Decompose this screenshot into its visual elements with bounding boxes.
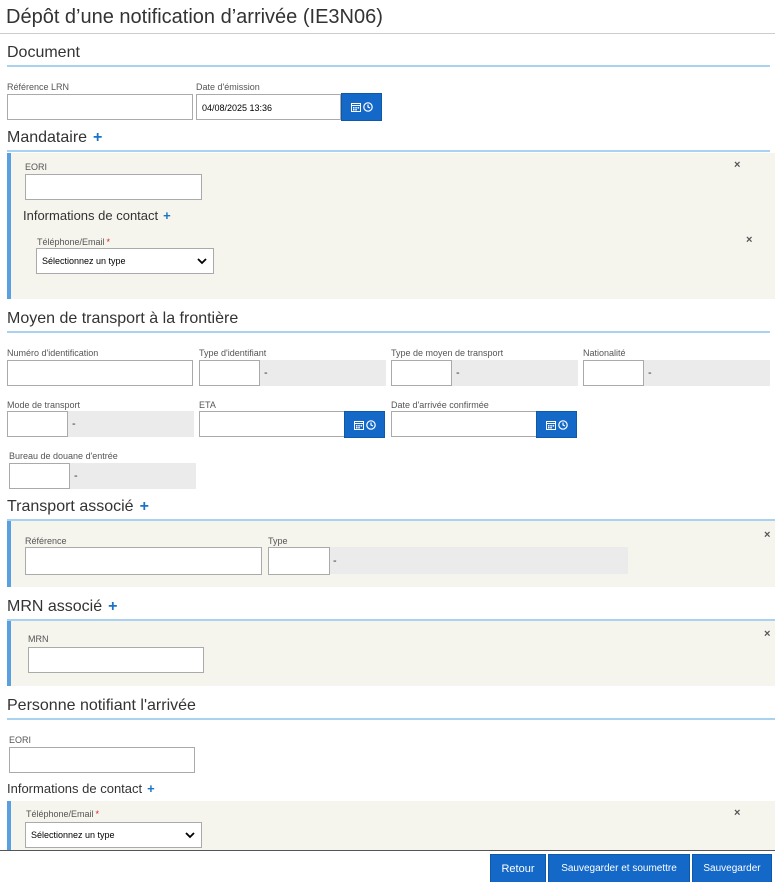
id-type-label: Type d'identifiant bbox=[199, 348, 267, 358]
phone-email-label: Téléphone/Email * bbox=[37, 237, 111, 247]
chevron-down-icon bbox=[197, 257, 207, 264]
notifier-contact-type-select[interactable]: Sélectionnez un type bbox=[25, 822, 202, 848]
back-button[interactable]: Retour bbox=[490, 854, 546, 882]
close-icon[interactable]: × bbox=[764, 628, 770, 640]
section-notifier-heading: Personne notifiant l'arrivée bbox=[7, 697, 196, 714]
customs-office-description: - bbox=[74, 470, 78, 482]
section-rule bbox=[7, 150, 770, 152]
calendar-icon bbox=[545, 420, 556, 430]
section-rule bbox=[7, 331, 770, 333]
notifier-eori-label: EORI bbox=[9, 735, 32, 745]
notifier-eori-input[interactable] bbox=[9, 747, 195, 773]
customs-office-input[interactable] bbox=[9, 463, 70, 489]
arrival-date-label: Date d'arrivée confirmée bbox=[391, 400, 489, 410]
add-notifier-contact-button[interactable]: + bbox=[147, 781, 155, 796]
mandataire-eori-input[interactable] bbox=[25, 174, 202, 200]
add-mandataire-button[interactable]: + bbox=[93, 129, 102, 146]
id-number-input[interactable] bbox=[7, 360, 193, 386]
id-number-label: Numéro d'identification bbox=[7, 348, 99, 358]
lrn-input[interactable] bbox=[7, 94, 193, 120]
eta-label: ETA bbox=[199, 400, 216, 410]
customs-office-label: Bureau de douane d'entrée bbox=[9, 451, 118, 461]
clock-icon bbox=[362, 102, 373, 112]
eta-picker-button[interactable] bbox=[344, 411, 385, 438]
section-mandataire-heading: Mandataire + bbox=[7, 129, 103, 146]
arrival-date-input[interactable] bbox=[391, 411, 537, 437]
clock-icon bbox=[557, 419, 568, 430]
transport-mode-input[interactable] bbox=[7, 411, 68, 437]
issue-date-input[interactable]: 04/08/2025 13:36 bbox=[196, 94, 341, 120]
section-transport-heading: Moyen de transport à la frontière bbox=[7, 310, 239, 327]
mrn-input[interactable] bbox=[28, 647, 204, 673]
id-type-input[interactable] bbox=[199, 360, 260, 386]
means-type-label: Type de moyen de transport bbox=[391, 348, 504, 358]
add-mrn-button[interactable]: + bbox=[108, 598, 117, 615]
means-type-description: - bbox=[456, 367, 460, 379]
close-icon[interactable]: × bbox=[746, 234, 752, 246]
eta-input[interactable] bbox=[199, 411, 345, 437]
means-type-input[interactable] bbox=[391, 360, 452, 386]
section-assoc-transport-heading: Transport associé + bbox=[7, 498, 149, 515]
add-assoc-transport-button[interactable]: + bbox=[140, 498, 149, 515]
notifier-contact-heading: Informations de contact + bbox=[7, 781, 155, 796]
nationality-input[interactable] bbox=[583, 360, 644, 386]
assoc-ref-input[interactable] bbox=[25, 547, 262, 575]
mandataire-contact-heading: Informations de contact + bbox=[23, 208, 171, 223]
issue-date-picker-button[interactable] bbox=[341, 93, 382, 121]
nationality-label: Nationalité bbox=[583, 348, 626, 358]
section-rule bbox=[7, 718, 775, 720]
assoc-ref-label: Référence bbox=[25, 536, 67, 546]
section-document-heading: Document bbox=[7, 44, 80, 61]
issue-date-label: Date d'émission bbox=[196, 82, 260, 92]
chevron-down-icon bbox=[185, 831, 195, 838]
title-divider bbox=[0, 33, 775, 34]
close-icon[interactable]: × bbox=[734, 807, 740, 819]
section-rule bbox=[7, 65, 770, 67]
assoc-type-label: Type bbox=[268, 536, 288, 546]
save-submit-button[interactable]: Sauvegarder et soumettre bbox=[548, 854, 690, 882]
mandataire-eori-label: EORI bbox=[25, 162, 48, 172]
close-icon[interactable]: × bbox=[764, 529, 770, 541]
assoc-type-input[interactable] bbox=[268, 547, 330, 575]
contact-type-select[interactable]: Sélectionnez un type bbox=[36, 248, 214, 274]
calendar-icon bbox=[350, 103, 361, 112]
transport-mode-label: Mode de transport bbox=[7, 400, 81, 410]
save-button[interactable]: Sauvegarder bbox=[692, 854, 772, 882]
lrn-label: Référence LRN bbox=[7, 82, 70, 92]
close-icon[interactable]: × bbox=[734, 159, 740, 171]
nationality-description: - bbox=[648, 367, 652, 379]
clock-icon bbox=[365, 419, 376, 430]
footer-divider bbox=[0, 850, 775, 851]
id-type-description: - bbox=[264, 367, 268, 379]
transport-mode-description: - bbox=[72, 418, 76, 430]
assoc-type-description: - bbox=[333, 555, 337, 567]
arrival-date-picker-button[interactable] bbox=[536, 411, 577, 438]
mrn-label: MRN bbox=[28, 634, 49, 644]
section-mrn-heading: MRN associé + bbox=[7, 598, 118, 615]
add-contact-button[interactable]: + bbox=[163, 208, 171, 223]
notifier-phone-email-label: Téléphone/Email * bbox=[26, 809, 100, 819]
page-title: Dépôt d’une notification d’arrivée (IE3N… bbox=[6, 6, 383, 28]
calendar-icon bbox=[353, 420, 364, 430]
